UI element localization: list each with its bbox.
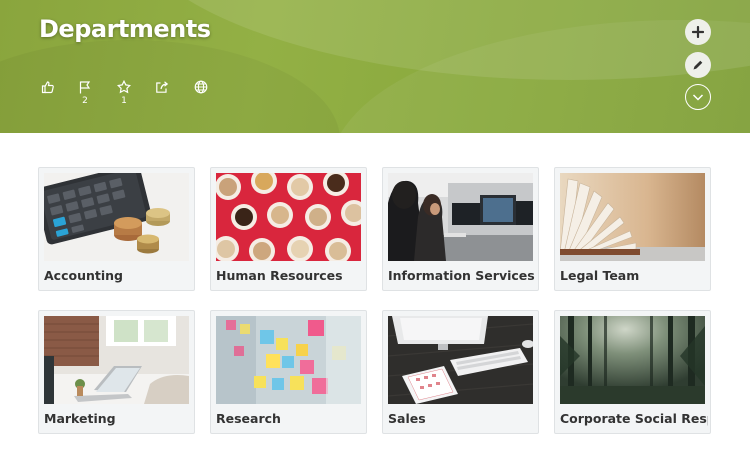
star-icon	[117, 80, 131, 94]
human-resources-image	[216, 173, 361, 261]
globe-icon	[194, 80, 208, 94]
accounting-image	[44, 173, 189, 261]
page-title: Departments	[39, 15, 211, 43]
favorite-count: 1	[121, 96, 127, 106]
research-image	[216, 316, 361, 404]
card-title: Corporate Social Resp...	[560, 411, 708, 426]
thumbs-up-icon	[41, 81, 54, 94]
corporate-social-responsibility-image	[560, 316, 705, 404]
favorite-button[interactable]: 1	[112, 80, 136, 106]
visibility-button[interactable]	[189, 80, 213, 94]
card-title: Research	[216, 411, 281, 426]
chevron-down-icon	[692, 94, 704, 101]
edit-button[interactable]	[685, 52, 711, 78]
department-card-information-services[interactable]: Information Services	[382, 167, 539, 291]
card-title: Marketing	[44, 411, 116, 426]
department-card-marketing[interactable]: Marketing	[38, 310, 195, 434]
card-title: Information Services	[388, 268, 535, 283]
card-title: Accounting	[44, 268, 123, 283]
department-card-legal-team[interactable]: Legal Team	[554, 167, 711, 291]
department-card-accounting[interactable]: Accounting	[38, 167, 195, 291]
marketing-image	[44, 316, 189, 404]
information-services-image	[388, 173, 533, 261]
flag-icon	[79, 81, 91, 94]
card-title: Legal Team	[560, 268, 640, 283]
pencil-icon	[693, 60, 703, 70]
plus-icon	[692, 26, 704, 38]
department-card-human-resources[interactable]: Human Resources	[210, 167, 367, 291]
add-button[interactable]	[685, 19, 711, 45]
like-button[interactable]	[36, 80, 60, 96]
share-button[interactable]	[150, 80, 174, 94]
department-card-sales[interactable]: Sales	[382, 310, 539, 434]
card-title: Human Resources	[216, 268, 343, 283]
share-icon	[156, 81, 169, 93]
card-title: Sales	[388, 411, 426, 426]
flag-count: 2	[82, 96, 88, 106]
department-card-corporate-social-responsibility[interactable]: Corporate Social Resp...	[554, 310, 711, 434]
header-banner: Departments 2 1	[0, 0, 750, 133]
department-card-research[interactable]: Research	[210, 310, 367, 434]
flag-button[interactable]: 2	[73, 80, 97, 106]
sales-image	[388, 316, 533, 404]
legal-team-image	[560, 173, 705, 261]
expand-button[interactable]	[685, 84, 711, 110]
